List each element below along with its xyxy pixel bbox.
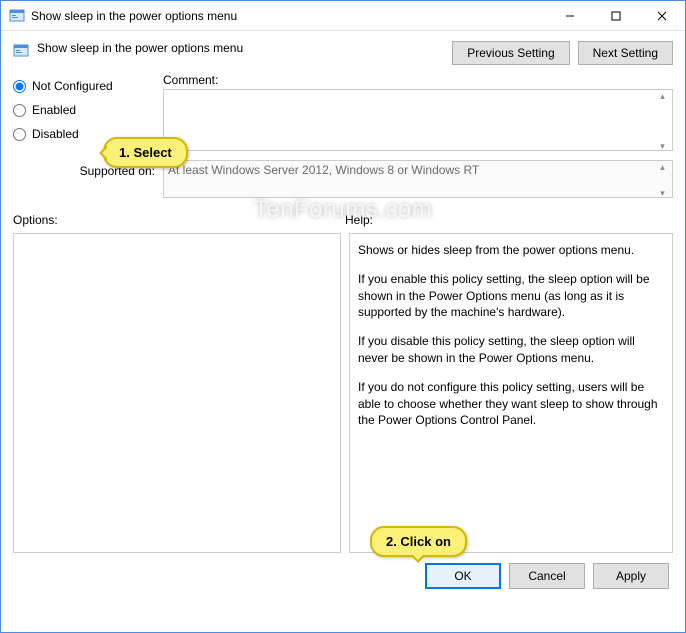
radio-disabled-label: Disabled xyxy=(32,127,79,141)
previous-setting-button[interactable]: Previous Setting xyxy=(452,41,569,65)
scroll-down-icon[interactable]: ▾ xyxy=(655,141,670,152)
window-title: Show sleep in the power options menu xyxy=(31,9,547,23)
options-panel xyxy=(13,233,341,553)
help-text: If you do not configure this policy sett… xyxy=(358,379,664,429)
scroll-up-icon[interactable]: ▴ xyxy=(655,91,670,102)
radio-disabled-input[interactable] xyxy=(13,128,26,141)
dialog-footer: OK Cancel Apply xyxy=(13,563,673,589)
window-controls xyxy=(547,1,685,30)
cancel-button[interactable]: Cancel xyxy=(509,563,585,589)
ok-button[interactable]: OK xyxy=(425,563,501,589)
help-panel: Shows or hides sleep from the power opti… xyxy=(349,233,673,553)
radio-not-configured-input[interactable] xyxy=(13,80,26,93)
policy-name: Show sleep in the power options menu xyxy=(37,41,452,55)
scroll-down-icon[interactable]: ▾ xyxy=(655,188,670,199)
help-label: Help: xyxy=(345,213,373,227)
annotation-click: 2. Click on xyxy=(370,526,467,557)
radio-not-configured[interactable]: Not Configured xyxy=(13,79,163,93)
comment-label: Comment: xyxy=(163,73,673,87)
annotation-select: 1. Select xyxy=(103,137,188,168)
titlebar: Show sleep in the power options menu xyxy=(1,1,685,31)
comment-textarea[interactable] xyxy=(163,89,673,151)
maximize-button[interactable] xyxy=(593,1,639,30)
radio-enabled-input[interactable] xyxy=(13,104,26,117)
help-text: Shows or hides sleep from the power opti… xyxy=(358,242,664,259)
radio-enabled[interactable]: Enabled xyxy=(13,103,163,117)
help-text: If you enable this policy setting, the s… xyxy=(358,271,664,321)
radio-not-configured-label: Not Configured xyxy=(32,79,113,93)
policy-icon xyxy=(13,43,29,59)
close-button[interactable] xyxy=(639,1,685,30)
apply-button[interactable]: Apply xyxy=(593,563,669,589)
options-label: Options: xyxy=(13,213,345,227)
minimize-button[interactable] xyxy=(547,1,593,30)
scroll-up-icon[interactable]: ▴ xyxy=(655,162,670,173)
next-setting-button[interactable]: Next Setting xyxy=(578,41,673,65)
radio-enabled-label: Enabled xyxy=(32,103,76,117)
policy-icon xyxy=(9,8,25,24)
dialog-content: Show sleep in the power options menu Pre… xyxy=(1,31,685,599)
help-text: If you disable this policy setting, the … xyxy=(358,333,664,367)
supported-on-text xyxy=(163,160,673,198)
